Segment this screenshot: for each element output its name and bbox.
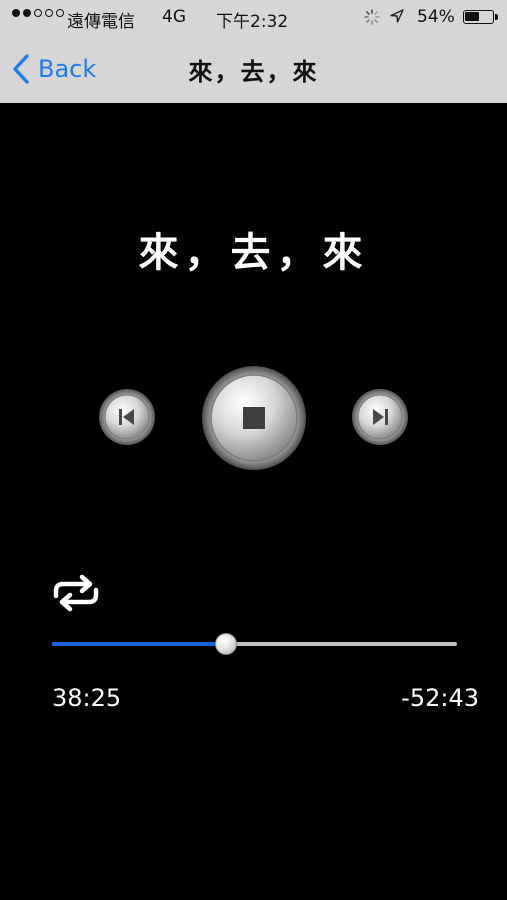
progress-fill <box>52 642 222 646</box>
location-arrow-icon <box>390 9 404 23</box>
battery-icon <box>463 10 494 24</box>
battery-level <box>465 12 479 21</box>
playback-progress-slider[interactable] <box>52 633 457 655</box>
progress-thumb[interactable] <box>215 633 237 655</box>
network-type: 4G <box>162 7 186 27</box>
battery-percent: 54% <box>417 7 455 27</box>
navigation-bar: 來，去，來 Back <box>0 36 507 103</box>
signal-dot <box>34 9 42 17</box>
back-label: Back <box>38 55 97 83</box>
remaining-time: -52:43 <box>401 684 479 712</box>
signal-dot <box>12 9 20 17</box>
signal-dot <box>56 9 64 17</box>
signal-dot <box>23 9 31 17</box>
stop-button[interactable] <box>201 365 307 471</box>
chevron-left-icon <box>13 54 29 84</box>
activity-spinner-icon <box>364 9 380 25</box>
status-time: 下午2:32 <box>216 12 289 32</box>
track-title: 來，去，來 <box>138 230 369 276</box>
stop-icon <box>243 407 265 429</box>
player-screen: 遠傳電信 4G 下午2:32 54% 來，去，來 Back 來，去，來 38:2… <box>0 0 507 900</box>
repeat-icon <box>53 574 99 612</box>
signal-dot <box>45 9 53 17</box>
signal-strength-icon <box>12 9 64 17</box>
status-bar: 遠傳電信 4G 下午2:32 54% <box>0 0 507 36</box>
battery-cap <box>495 14 498 20</box>
previous-button[interactable] <box>98 388 156 446</box>
back-button[interactable]: Back <box>12 52 96 86</box>
elapsed-time: 38:25 <box>52 684 122 712</box>
repeat-button[interactable] <box>50 574 102 612</box>
next-button[interactable] <box>351 388 409 446</box>
top-bar: 遠傳電信 4G 下午2:32 54% 來，去，來 Back <box>0 0 507 103</box>
carrier-label: 遠傳電信 <box>67 12 135 32</box>
